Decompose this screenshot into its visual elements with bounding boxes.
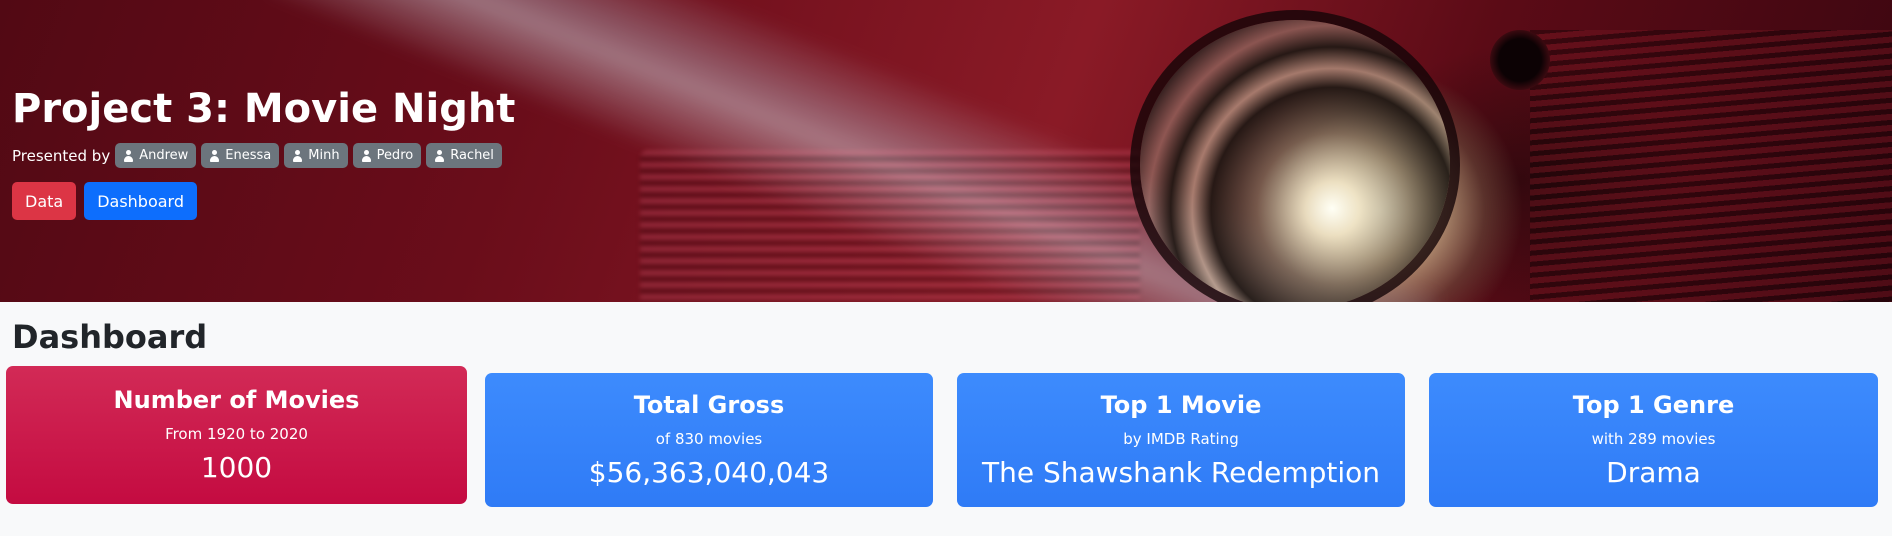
card-title: Total Gross: [633, 391, 785, 420]
hero-banner: Project 3: Movie Night Presented by Andr…: [0, 0, 1892, 302]
card-value: 1000: [200, 450, 273, 484]
card-top-genre: Top 1 Genre with 289 movies Drama: [1429, 373, 1878, 507]
card-subtitle: with 289 movies: [1591, 429, 1716, 448]
card-value: Drama: [1606, 455, 1701, 489]
person-icon: [292, 149, 303, 162]
presenter-badge: Enessa: [201, 143, 280, 168]
presenter-badge: Andrew: [115, 143, 197, 168]
card-number-of-movies: Number of Movies From 1920 to 2020 1000: [6, 366, 467, 504]
presented-by-label: Presented by: [12, 146, 111, 165]
person-icon: [434, 149, 445, 162]
person-icon: [209, 149, 220, 162]
card-value: $56,363,040,043: [588, 455, 830, 489]
presenter-name: Minh: [308, 148, 340, 163]
card-value: The Shawshank Redemption: [981, 455, 1380, 489]
dashboard-title: Dashboard: [12, 318, 208, 356]
person-icon: [123, 149, 134, 162]
card-subtitle: by IMDB Rating: [1123, 429, 1239, 448]
projector-vents: [640, 150, 1140, 302]
nav-buttons: Data Dashboard: [12, 182, 205, 220]
card-subtitle: of 830 movies: [655, 429, 763, 448]
person-icon: [361, 149, 372, 162]
card-title: Number of Movies: [113, 386, 360, 415]
presenter-badge: Pedro: [352, 143, 422, 168]
card-top-movie: Top 1 Movie by IMDB Rating The Shawshank…: [957, 373, 1405, 507]
projector-vents-right: [1530, 30, 1892, 302]
page-title: Project 3: Movie Night: [12, 86, 516, 132]
presenter-name: Rachel: [450, 148, 494, 163]
presenters-row: Presented by Andrew Enessa Minh Pedro Ra…: [12, 143, 507, 168]
presenter-name: Andrew: [139, 148, 189, 163]
dashboard-button[interactable]: Dashboard: [84, 182, 198, 220]
presenter-name: Pedro: [376, 148, 414, 163]
card-total-gross: Total Gross of 830 movies $56,363,040,04…: [485, 373, 933, 507]
presenter-badge: Minh: [284, 143, 348, 168]
presenter-badge: Rachel: [426, 143, 502, 168]
card-subtitle: From 1920 to 2020: [165, 424, 308, 443]
projector-lens: [1140, 20, 1450, 302]
projector-sensor: [1490, 30, 1550, 90]
data-button[interactable]: Data: [12, 182, 77, 220]
card-title: Top 1 Movie: [1100, 391, 1262, 420]
card-title: Top 1 Genre: [1572, 391, 1735, 420]
presenter-name: Enessa: [225, 148, 272, 163]
